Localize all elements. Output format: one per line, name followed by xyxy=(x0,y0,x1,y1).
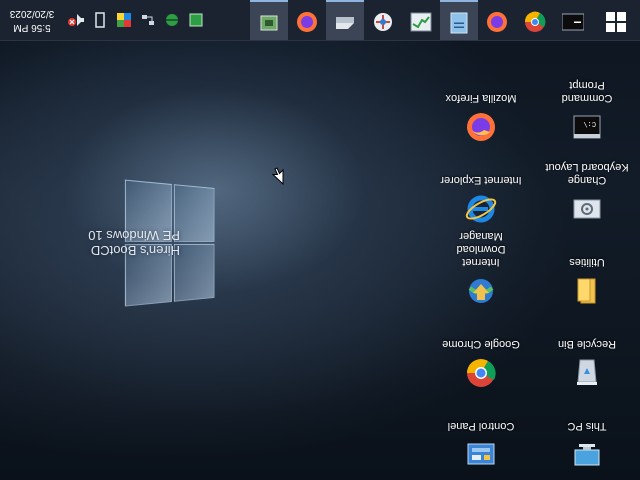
mouse-cursor xyxy=(271,162,284,186)
download-manager-icon xyxy=(464,274,498,308)
taskbar-app-chrome[interactable] xyxy=(516,0,554,40)
folder-icon xyxy=(570,274,604,308)
taskbar-app-firefox-2[interactable] xyxy=(288,0,326,40)
taskbar-app-firefox[interactable] xyxy=(478,0,516,40)
branding-line-1: Hiren's BootCD xyxy=(90,243,180,258)
firefox-icon xyxy=(486,7,508,34)
internet-explorer-icon xyxy=(464,192,498,226)
desktop-icon-command-prompt[interactable]: C:\ Command Prompt xyxy=(544,78,630,144)
desktop-icon-internet-download-manager[interactable]: Internet Download Manager xyxy=(438,229,524,308)
desktop-icon-recycle-bin[interactable]: Recycle Bin xyxy=(544,337,630,390)
desktop-icon-label: This PC xyxy=(567,420,607,432)
clock-date: 3/20/2023 xyxy=(9,8,55,19)
network-icon xyxy=(372,7,394,34)
desktop-icon-label: Internet Download Manager xyxy=(456,230,506,268)
clock-time: 5:56 PM xyxy=(13,22,51,33)
taskbar-app-network[interactable] xyxy=(364,0,402,40)
tray-network-share-icon[interactable] xyxy=(160,0,184,40)
taskbar-app-drive[interactable] xyxy=(326,0,364,40)
desktop-icon-internet-explorer[interactable]: Internet Explorer xyxy=(438,173,524,226)
desktop-icon-label: Recycle Bin xyxy=(557,338,617,350)
notepad-icon xyxy=(449,8,469,35)
command-prompt-icon xyxy=(561,8,585,33)
taskbar-app-notepad[interactable] xyxy=(440,0,478,40)
windows-start-icon xyxy=(606,8,626,33)
boot-branding: Hiren's BootCD PE Windows 10 xyxy=(88,228,180,258)
taskbar-app-task-manager[interactable] xyxy=(402,0,440,40)
taskbar-app-command-prompt[interactable] xyxy=(554,0,592,40)
desktop-icon-this-pc[interactable]: This PC xyxy=(544,419,630,472)
desktop-icon-label: Internet Explorer xyxy=(440,174,522,186)
start-button[interactable] xyxy=(592,0,640,40)
command-prompt-icon: C:\ xyxy=(570,110,604,144)
taskbar-app-hardware[interactable] xyxy=(250,0,288,40)
control-panel-icon xyxy=(464,438,498,472)
recycle-bin-icon xyxy=(570,356,604,390)
tray-chip-icon[interactable] xyxy=(184,0,208,40)
task-manager-icon xyxy=(410,8,432,33)
chrome-icon xyxy=(464,356,498,390)
chrome-icon xyxy=(524,7,546,34)
this-pc-icon xyxy=(570,438,604,472)
firefox-icon xyxy=(464,110,498,144)
desktop-icon-mozilla-firefox[interactable]: Mozilla Firefox xyxy=(438,91,524,144)
system-tray: 5:56 PM 3/20/2023 xyxy=(0,0,208,40)
tray-color-app-icon[interactable] xyxy=(112,0,136,40)
desktop-icon-label: Mozilla Firefox xyxy=(445,92,517,104)
rotated-desktop: This PC Recycle Bin Utilities Change Key… xyxy=(0,0,640,480)
hardware-icon xyxy=(258,8,280,35)
desktop-icon-control-panel[interactable]: Control Panel xyxy=(438,419,524,472)
svg-text:C:\: C:\ xyxy=(583,119,596,127)
taskbar-clock[interactable]: 5:56 PM 3/20/2023 xyxy=(0,0,64,40)
desktop-icon-label: Command Prompt xyxy=(561,79,613,104)
keyboard-settings-icon xyxy=(570,192,604,226)
desktop-icon-change-keyboard-layout[interactable]: Change Keyboard Layout xyxy=(544,160,630,226)
drive-icon xyxy=(334,11,356,32)
desktop-icon-label: Utilities xyxy=(569,256,605,268)
desktop-icon-label: Control Panel xyxy=(447,420,515,432)
desktop-icon-google-chrome[interactable]: Google Chrome xyxy=(438,337,524,390)
taskbar: 5:56 PM 3/20/2023 xyxy=(0,0,640,41)
desktop-icon-utilities[interactable]: Utilities xyxy=(544,255,630,308)
desktop-icon-label: Google Chrome xyxy=(442,338,520,350)
firefox-icon xyxy=(296,7,318,34)
desktop-screen: This PC Recycle Bin Utilities Change Key… xyxy=(0,0,640,480)
desktop-icon-label: Change Keyboard Layout xyxy=(545,161,629,186)
tray-usb-icon[interactable] xyxy=(88,0,112,40)
volume-muted-icon[interactable] xyxy=(64,0,88,40)
tray-ethernet-icon[interactable] xyxy=(136,0,160,40)
branding-line-2: PE Windows 10 xyxy=(88,228,180,243)
